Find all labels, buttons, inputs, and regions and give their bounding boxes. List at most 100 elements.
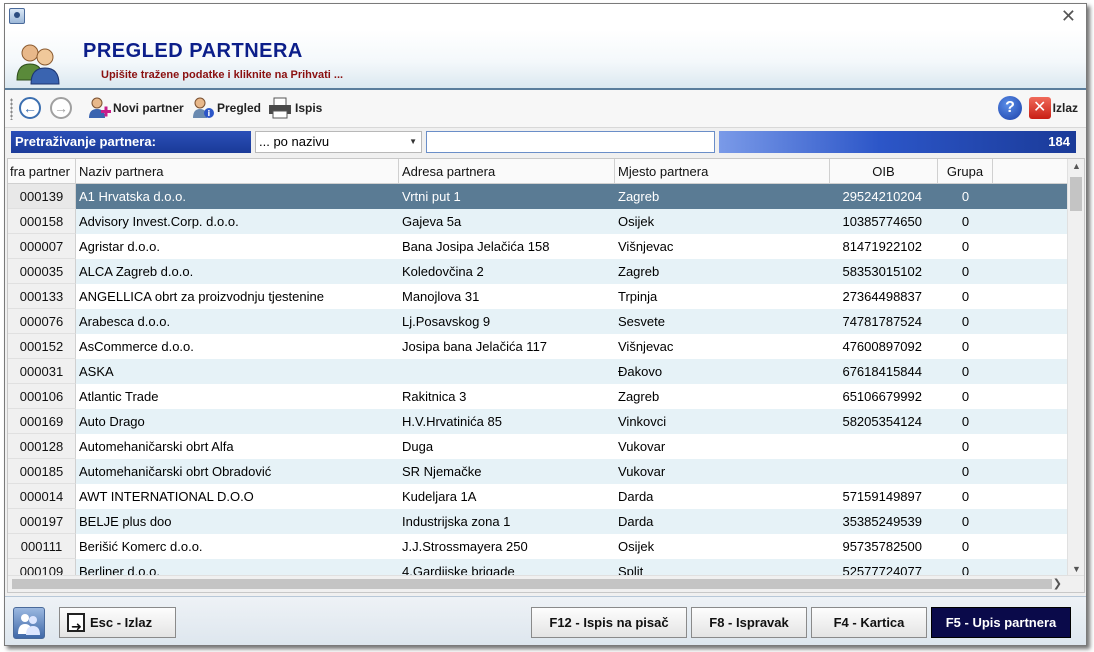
grid-header: fra partner Naziv partnera Adresa partne… <box>8 159 1069 184</box>
esc-exit-button[interactable]: Esc - Izlaz <box>59 607 176 641</box>
cell-city: Trpinja <box>618 289 658 304</box>
vertical-scrollbar[interactable]: ▲ ▼ <box>1067 159 1084 576</box>
scroll-right-icon[interactable]: ❯ <box>1053 577 1062 590</box>
table-row[interactable]: 000133 ANGELLICA obrt za proizvodnju tjes… <box>8 284 1067 309</box>
cell-code: 000197 <box>8 509 76 534</box>
cell-code: 000106 <box>8 384 76 409</box>
cell-address: Gajeva 5a <box>402 214 462 229</box>
cell-group: 0 <box>961 414 970 429</box>
f5-new-partner-button[interactable]: F5 - Upis partnera <box>931 607 1071 638</box>
scroll-up-icon[interactable]: ▲ <box>1072 161 1081 171</box>
app-logo-icon <box>13 607 45 639</box>
table-row[interactable]: 000169 Auto Drago H.V.Hrvatinića 85 Vinkovc… <box>8 409 1067 434</box>
cell-address: J.J.Strossmayera 250 <box>402 539 528 554</box>
cell-oib: 27364498837 <box>842 289 922 304</box>
table-row[interactable]: 000076 Arabesca d.o.o. Lj.Posavskog 9 Sesve… <box>8 309 1067 334</box>
cell-city: Đakovo <box>618 364 663 379</box>
cell-address: 4.Gardijske brigade <box>402 564 515 576</box>
main-window: ✕ PREGLED PARTNERA Upišite tražene podat… <box>4 3 1087 646</box>
partners-grid: fra partner Naziv partnera Adresa partne… <box>7 158 1085 593</box>
cell-name: Automehaničarski obrt Obradović <box>79 464 272 479</box>
cell-name: Berliner d.o.o. <box>79 564 160 576</box>
cell-group: 0 <box>961 464 970 479</box>
cell-city: Zagreb <box>618 389 660 404</box>
table-row[interactable]: 000109 Berliner d.o.o. 4.Gardijske brigade… <box>8 559 1067 576</box>
cell-oib: 10385774650 <box>842 214 922 229</box>
table-row[interactable]: 000007 Agristar d.o.o. Bana Josipa Jelačić… <box>8 234 1067 259</box>
help-icon[interactable]: ? <box>998 96 1022 120</box>
new-partner-icon <box>89 97 111 118</box>
cell-address <box>399 359 615 384</box>
column-header-group[interactable]: Grupa <box>938 159 993 184</box>
cell-group: 0 <box>961 214 970 229</box>
cell-address: Industrijska zona 1 <box>402 514 511 529</box>
table-row[interactable]: 000014 AWT INTERNATIONAL D.O.O Kudeljara 1… <box>8 484 1067 509</box>
cell-oib: 58353015102 <box>842 264 922 279</box>
table-row[interactable]: 000152 AsCommerce d.o.o. Josipa bana Jelač… <box>8 334 1067 359</box>
preview-button[interactable]: i Pregled <box>191 95 261 121</box>
cell-group: 0 <box>961 439 970 454</box>
horizontal-scroll-thumb[interactable] <box>12 579 1052 589</box>
cell-code: 000007 <box>8 234 76 259</box>
preview-label: Pregled <box>217 101 262 115</box>
table-row[interactable]: 000139 A1 Hrvatska d.o.o. Vrtni put 1 Zagre… <box>8 184 1067 209</box>
partner-count: 184 <box>719 131 1076 153</box>
search-input[interactable] <box>426 131 715 153</box>
cell-oib: 52577724077 <box>842 564 922 576</box>
cell-address: Rakitnica 3 <box>402 389 467 404</box>
scroll-down-icon[interactable]: ▼ <box>1072 564 1081 574</box>
cell-code: 000139 <box>8 184 76 209</box>
column-header-name[interactable]: Naziv partnera <box>76 159 399 184</box>
table-row[interactable]: 000158 Advisory Invest.Corp. d.o.o. Gajeva… <box>8 209 1067 234</box>
exit-icon: ✕ <box>1028 97 1051 119</box>
table-row[interactable]: 000185 Automehaničarski obrt Obradović SR … <box>8 459 1067 484</box>
cell-name: ANGELLICA obrt za proizvodnju tjestenine <box>79 289 324 304</box>
print-button[interactable]: Ispis <box>267 95 322 121</box>
cell-city: Darda <box>618 489 654 504</box>
column-header-city[interactable]: Mjesto partnera <box>615 159 830 184</box>
printer-icon <box>269 97 291 119</box>
print-label: Ispis <box>295 101 323 115</box>
cell-name: BELJE plus doo <box>79 514 172 529</box>
table-row[interactable]: 000128 Automehaničarski obrt Alfa Duga Vuko… <box>8 434 1067 459</box>
cell-name: Berišić Komerc d.o.o. <box>79 539 203 554</box>
cell-oib: 29524210204 <box>842 189 922 204</box>
horizontal-scrollbar[interactable]: ❯ <box>8 575 1084 592</box>
forward-button[interactable]: → <box>50 97 72 119</box>
table-row[interactable]: 000197 BELJE plus doo Industrijska zona 1 D… <box>8 509 1067 534</box>
search-mode-select[interactable]: ... po nazivu ▼ <box>255 131 422 153</box>
cell-code: 000152 <box>8 334 76 359</box>
table-row[interactable]: 000106 Atlantic Trade Rakitnica 3 Zagreb 651… <box>8 384 1067 409</box>
cell-code: 000185 <box>8 459 76 484</box>
table-row[interactable]: 000111 Berišić Komerc d.o.o. J.J.Strossmay… <box>8 534 1067 559</box>
column-header-address[interactable]: Adresa partnera <box>399 159 615 184</box>
column-header-code[interactable]: fra partner <box>8 159 76 184</box>
exit-button[interactable]: ✕ Izlaz <box>1028 96 1078 120</box>
new-partner-button[interactable]: Novi partner <box>87 95 184 121</box>
cell-city: Vinkovci <box>618 414 667 429</box>
cell-address: Bana Josipa Jelačića 158 <box>402 239 550 254</box>
page-subtitle: Upišite tražene podatke i kliknite na Pr… <box>101 69 344 81</box>
cell-city: Vukovar <box>618 464 666 479</box>
svg-text:i: i <box>208 109 211 118</box>
cell-oib: 47600897092 <box>842 339 922 354</box>
table-row[interactable]: 000035 ALCA Zagreb d.o.o. Koledovčina 2 Zag… <box>8 259 1067 284</box>
back-button[interactable]: ← <box>19 97 41 119</box>
cell-code: 000109 <box>8 559 76 576</box>
preview-icon: i <box>193 97 214 118</box>
cell-city: Darda <box>618 514 654 529</box>
vertical-scroll-thumb[interactable] <box>1070 177 1082 211</box>
f8-edit-button[interactable]: F8 - Ispravak <box>691 607 807 638</box>
f4-card-button[interactable]: F4 - Kartica <box>811 607 927 638</box>
cell-group: 0 <box>961 389 970 404</box>
exit-door-icon <box>67 612 85 641</box>
close-icon[interactable]: ✕ <box>1061 6 1076 27</box>
cell-group: 0 <box>961 189 970 204</box>
esc-exit-label: Esc - Izlaz <box>90 615 153 630</box>
table-row[interactable]: 000031 ASKA Đakovo 67618415844 0 <box>8 359 1067 384</box>
f12-print-button[interactable]: F12 - Ispis na pisač <box>531 607 687 638</box>
cell-code: 000169 <box>8 409 76 434</box>
column-header-oib[interactable]: OIB <box>830 159 938 184</box>
toolbar-grip[interactable] <box>10 98 13 120</box>
cell-address: Vrtni put 1 <box>402 189 461 204</box>
